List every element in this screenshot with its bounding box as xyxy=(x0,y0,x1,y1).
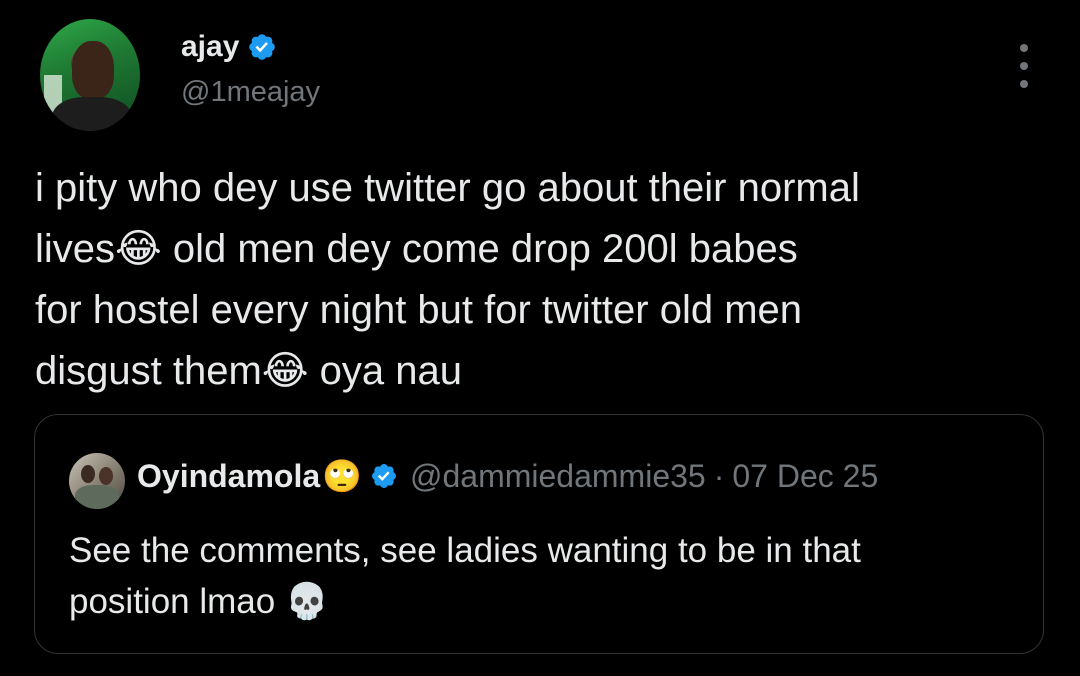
tweet: ajay @1meajay i pity who dey use twitter… xyxy=(0,0,1080,676)
tweet-line: i pity who dey use twitter go about thei… xyxy=(35,158,1045,219)
eye-roll-emoji-icon: 🙄 xyxy=(322,457,362,495)
author-name-row: ajay xyxy=(181,30,277,64)
laughing-emoji-icon: 😂 xyxy=(115,226,162,272)
verified-badge-icon xyxy=(372,464,396,488)
quoted-line-text: position lmao xyxy=(69,582,276,621)
tweet-line-text: old men dey come drop 200l babes xyxy=(161,227,798,271)
tweet-line: lives😂 old men dey come drop 200l babes xyxy=(35,219,1045,280)
separator-dot: · xyxy=(713,457,725,494)
tweet-line: disgust them😂 oya nau xyxy=(35,341,1045,402)
author-display-name[interactable]: ajay xyxy=(181,30,239,64)
tweet-line-text: oya nau xyxy=(308,349,462,393)
tweet-line: for hostel every night but for twitter o… xyxy=(35,280,1045,341)
tweet-text: i pity who dey use twitter go about thei… xyxy=(35,158,1045,402)
more-options-icon[interactable] xyxy=(1012,44,1036,88)
quoted-header: Oyindamola 🙄 @dammiedammie35 · 07 Dec 25 xyxy=(137,457,878,495)
quoted-tweet[interactable]: Oyindamola 🙄 @dammiedammie35 · 07 Dec 25… xyxy=(34,414,1044,654)
quoted-display-name[interactable]: Oyindamola xyxy=(137,458,320,495)
laughing-emoji-icon: 😂 xyxy=(261,348,309,394)
quoted-line: position lmao 💀 xyxy=(69,576,1019,628)
tweet-line-text: i pity who dey use twitter go about thei… xyxy=(35,166,860,210)
quoted-line: See the comments, see ladies wanting to … xyxy=(69,531,861,570)
skull-emoji-icon: 💀 xyxy=(284,582,329,622)
quoted-date[interactable]: 07 Dec 25 xyxy=(732,458,878,495)
quoted-text: See the comments, see ladies wanting to … xyxy=(69,525,1019,628)
verified-badge-icon xyxy=(249,34,276,60)
tweet-line-text: disgust them xyxy=(35,349,262,393)
author-avatar[interactable] xyxy=(40,19,140,131)
tweet-line-text: lives xyxy=(35,227,116,271)
tweet-line-text: for hostel every night but for twitter o… xyxy=(35,288,803,332)
quoted-author-avatar[interactable] xyxy=(69,453,125,509)
quoted-handle[interactable]: @dammiedammie35 xyxy=(410,458,706,495)
author-handle[interactable]: @1meajay xyxy=(181,76,320,109)
